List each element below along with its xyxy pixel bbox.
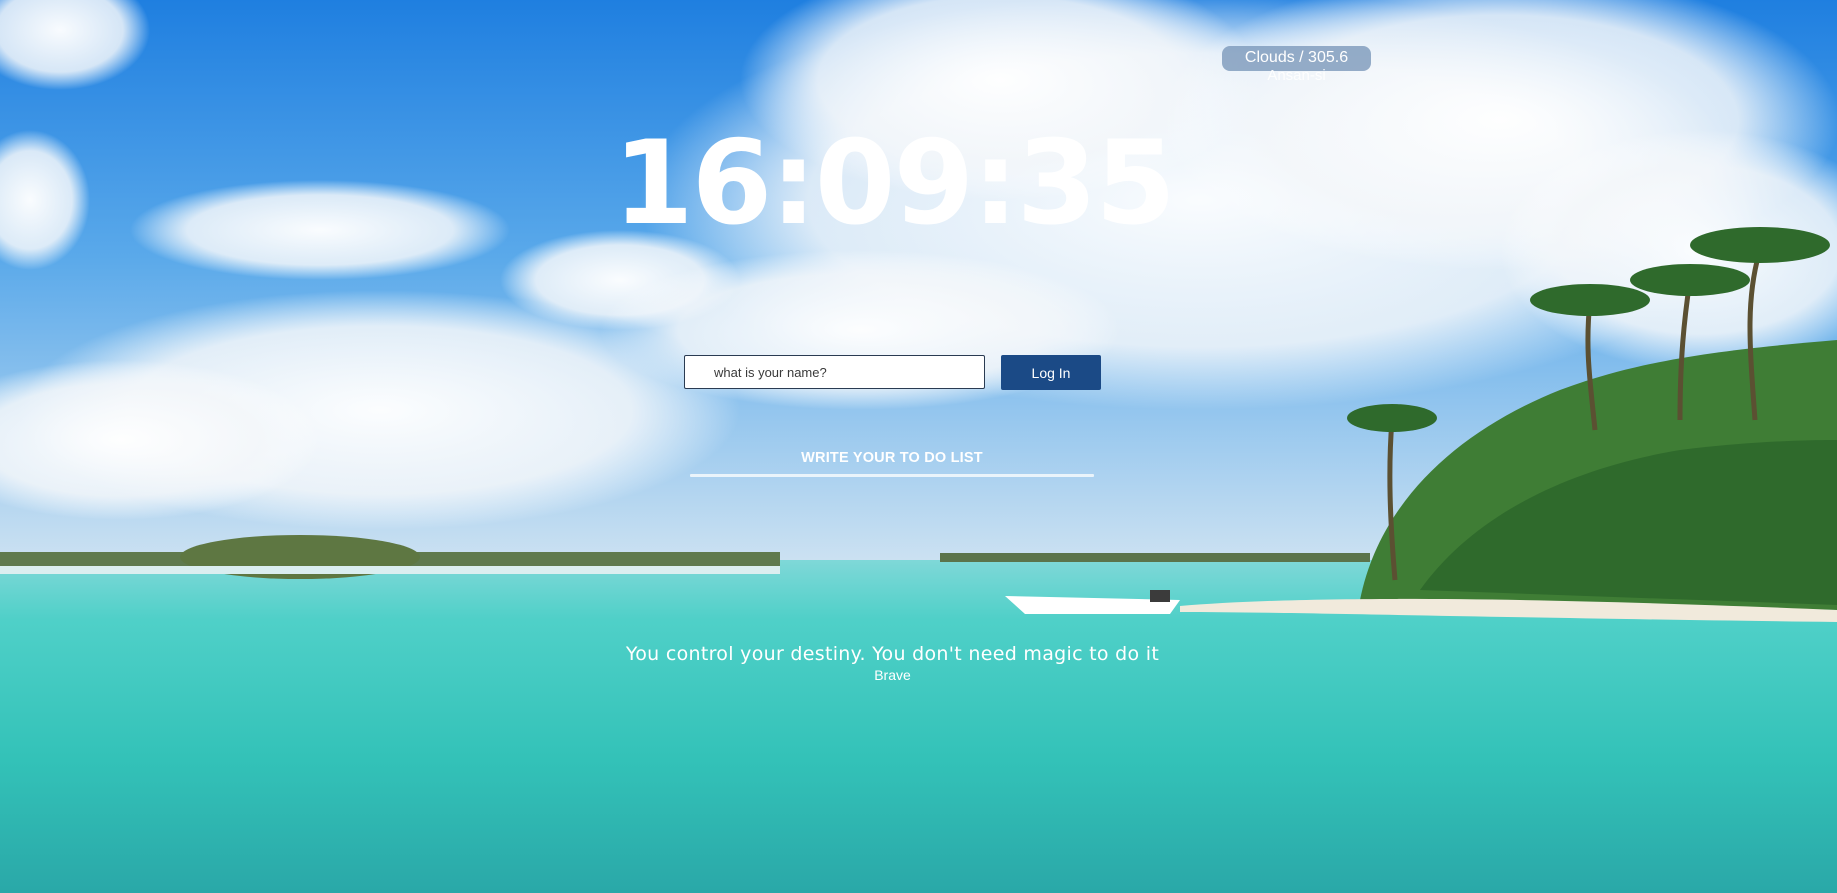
name-input[interactable] bbox=[684, 355, 985, 389]
todo-label[interactable]: WRITE YOUR TO DO LIST bbox=[690, 450, 1094, 466]
clock: 16:09:35 bbox=[612, 116, 1176, 251]
weather-widget: Clouds / 305.6 Ansan-si bbox=[1222, 46, 1371, 84]
weather-city: Ansan-si bbox=[1267, 67, 1326, 84]
quote-section: You control your destiny. You don't need… bbox=[0, 643, 1785, 683]
todo-section[interactable]: WRITE YOUR TO DO LIST bbox=[690, 450, 1094, 477]
app-page: Clouds / 305.6 Ansan-si 16:09:35 Log In … bbox=[0, 0, 1837, 893]
quote-author: Brave bbox=[874, 667, 911, 683]
login-form: Log In bbox=[684, 355, 1101, 390]
quote-text: You control your destiny. You don't need… bbox=[625, 643, 1160, 665]
todo-underline bbox=[690, 474, 1094, 477]
login-button[interactable]: Log In bbox=[1001, 355, 1101, 390]
